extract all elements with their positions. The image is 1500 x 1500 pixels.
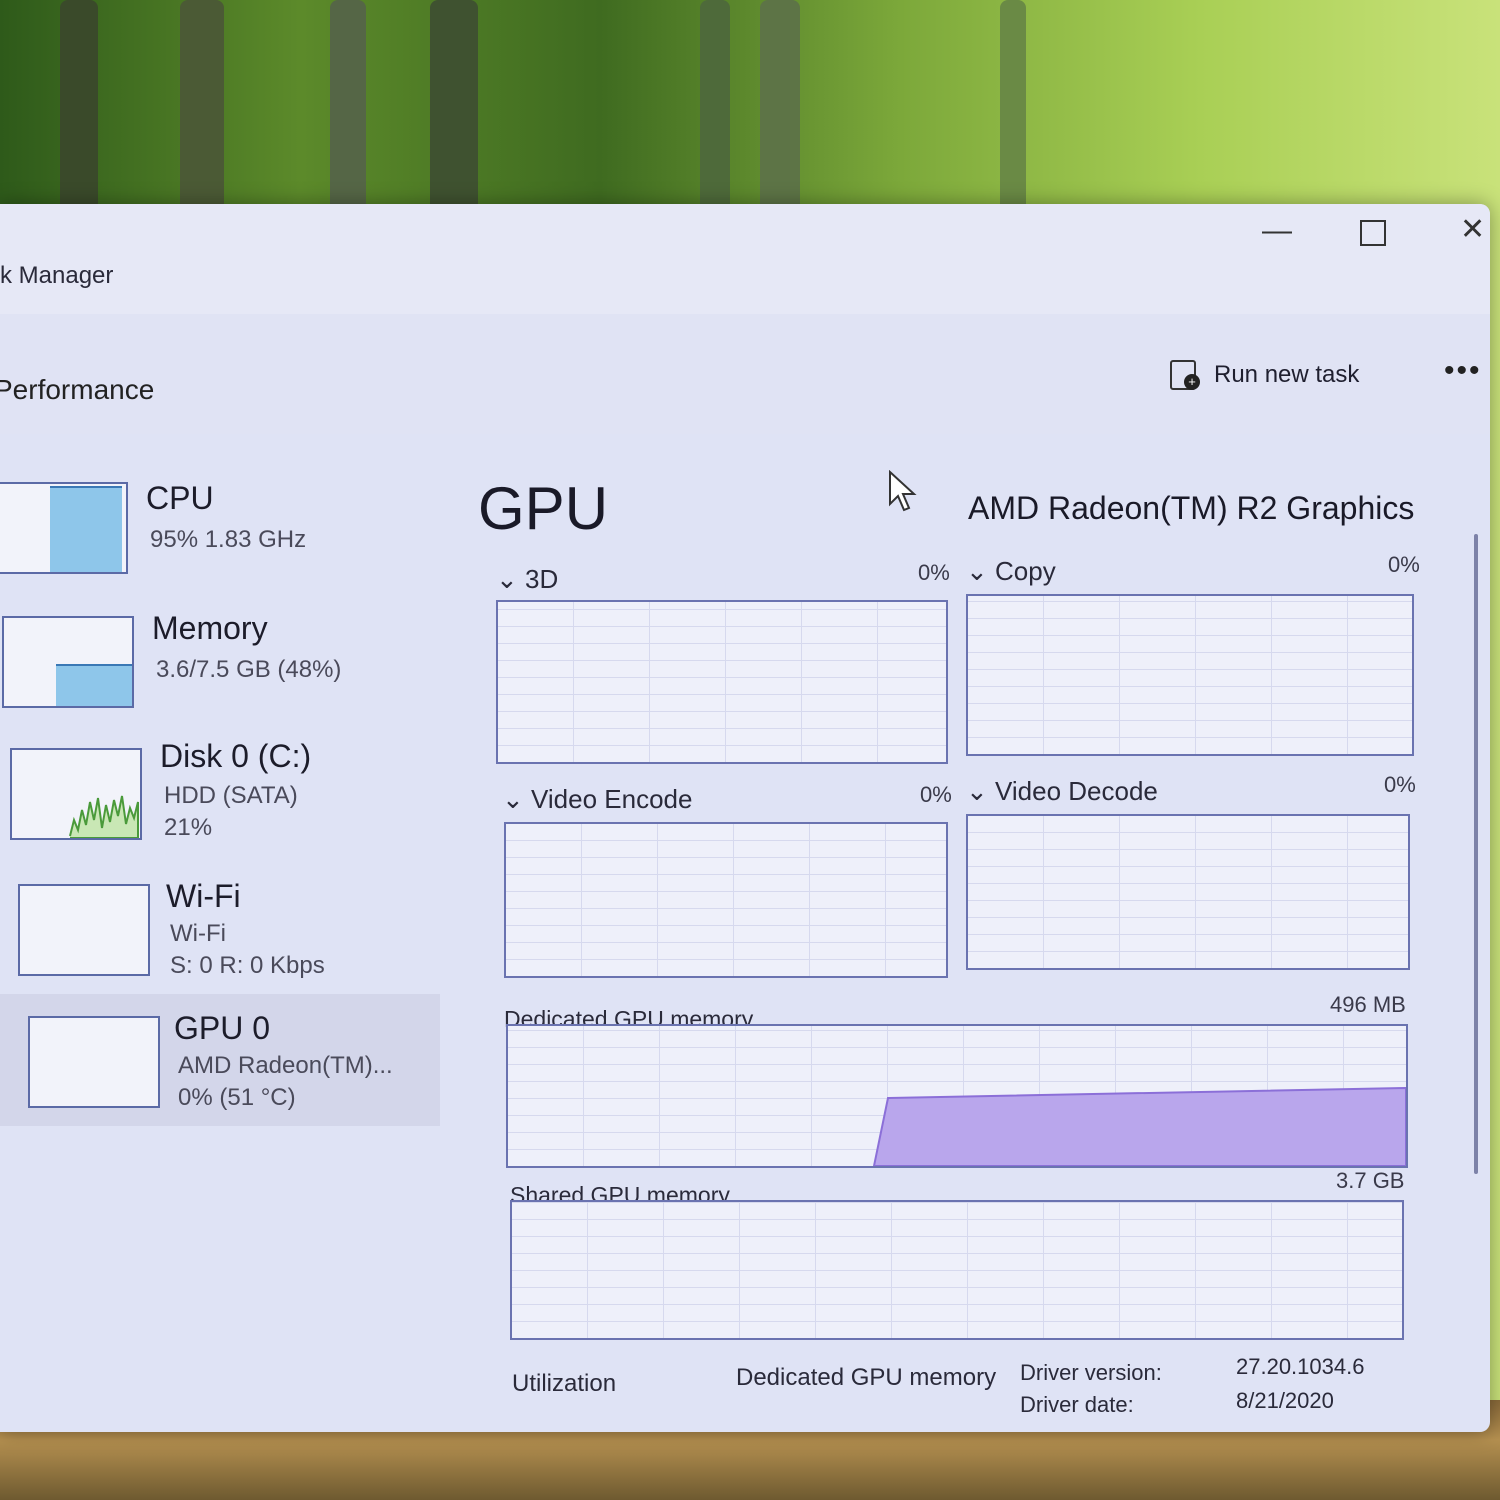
disk-activity-sparkline	[69, 795, 139, 838]
mouse-cursor-icon	[889, 470, 917, 512]
cpu-thumbnail-graph	[0, 482, 128, 574]
sidebar-item-gpu[interactable]: GPU 0 AMD Radeon(TM)... 0% (51 °C)	[0, 994, 440, 1126]
scrollbar[interactable]	[1474, 534, 1478, 1174]
sidebar-item-detail: 0% (51 °C)	[178, 1084, 296, 1111]
run-task-icon: +	[1170, 360, 1200, 390]
gpu-model-name: AMD Radeon(TM) R2 Graphics	[968, 490, 1415, 526]
maximize-button[interactable]	[1360, 220, 1386, 246]
utilization-label: Utilization	[512, 1370, 617, 1397]
run-new-task-label: Run new task	[1214, 361, 1360, 388]
memory-thumbnail-graph	[2, 616, 134, 708]
gpu-heading: GPU	[478, 475, 609, 542]
engine-selector-video-encode[interactable]: ⌄ Video Encode	[502, 784, 692, 815]
sidebar-item-label: GPU 0	[174, 1010, 271, 1046]
page-header: Performance + Run new task •••	[0, 314, 1490, 434]
sidebar-item-wifi[interactable]: Wi-Fi Wi-Fi S: 0 R: 0 Kbps	[0, 868, 440, 998]
graph-shared-memory[interactable]	[510, 1200, 1404, 1340]
run-new-task-button[interactable]: + Run new task	[1170, 360, 1359, 390]
graph-video-decode[interactable]	[966, 814, 1410, 970]
disk-thumbnail-graph	[10, 748, 142, 840]
sidebar-item-memory[interactable]: Memory 3.6/7.5 GB (48%)	[0, 596, 440, 716]
page-title: Performance	[0, 374, 155, 405]
driver-version-label: Driver version:	[1020, 1360, 1162, 1385]
chevron-down-icon: ⌄	[496, 564, 526, 594]
dedicated-memory-usage-area	[872, 1086, 1406, 1166]
graph-copy[interactable]	[966, 594, 1414, 756]
performance-sidebar: CPU 95% 1.83 GHz Memory 3.6/7.5 GB (48%)…	[0, 454, 440, 1414]
sidebar-item-cpu[interactable]: CPU 95% 1.83 GHz	[0, 464, 440, 584]
sidebar-item-detail: AMD Radeon(TM)...	[178, 1052, 393, 1079]
close-button[interactable]: ✕	[1460, 212, 1485, 247]
sidebar-item-label: Wi-Fi	[166, 878, 241, 914]
dedicated-stat-label: Dedicated GPU memory	[736, 1364, 997, 1391]
wifi-thumbnail-graph	[18, 884, 150, 976]
sidebar-item-label: CPU	[146, 480, 214, 516]
shared-memory-max: 3.7 GB	[1336, 1168, 1405, 1193]
memory-usage-fill	[56, 664, 132, 706]
sidebar-item-label: Memory	[152, 610, 268, 646]
chevron-down-icon: ⌄	[966, 556, 996, 586]
graph-video-encode[interactable]	[504, 822, 948, 978]
window-title: k Manager	[0, 262, 114, 289]
graph-dedicated-memory[interactable]	[506, 1024, 1408, 1168]
sidebar-item-detail: S: 0 R: 0 Kbps	[170, 952, 325, 979]
sidebar-item-detail: 3.6/7.5 GB (48%)	[156, 656, 342, 683]
graph-3d[interactable]	[496, 600, 948, 764]
sidebar-item-detail: 95% 1.83 GHz	[150, 526, 307, 553]
cpu-usage-fill	[50, 486, 122, 572]
engine-value-video-encode: 0%	[920, 782, 952, 807]
dedicated-memory-max: 496 MB	[1330, 992, 1406, 1017]
task-manager-window: k Manager — ✕ Performance + Run new task…	[0, 204, 1490, 1432]
engine-selector-3d[interactable]: ⌄ 3D	[496, 564, 558, 595]
driver-date-label: Driver date:	[1020, 1392, 1134, 1417]
driver-version-value: 27.20.1034.6	[1236, 1354, 1365, 1379]
engine-value-3d: 0%	[918, 560, 950, 585]
sidebar-item-detail: Wi-Fi	[170, 920, 226, 947]
chevron-down-icon: ⌄	[966, 776, 996, 806]
gpu-thumbnail-graph	[28, 1016, 160, 1108]
driver-date-value: 8/21/2020	[1236, 1388, 1334, 1413]
engine-selector-video-decode[interactable]: ⌄ Video Decode	[966, 776, 1158, 807]
chevron-down-icon: ⌄	[502, 784, 532, 814]
sidebar-item-detail: HDD (SATA)	[164, 782, 298, 809]
title-bar: k Manager — ✕	[0, 204, 1490, 314]
sidebar-item-detail: 21%	[164, 814, 213, 841]
engine-selector-copy[interactable]: ⌄ Copy	[966, 556, 1056, 587]
sidebar-item-label: Disk 0 (C:)	[160, 738, 312, 774]
engine-value-copy: 0%	[1388, 552, 1420, 577]
engine-value-video-decode: 0%	[1384, 772, 1416, 797]
more-options-button[interactable]: •••	[1444, 354, 1482, 388]
sidebar-item-disk[interactable]: Disk 0 (C:) HDD (SATA) 21%	[0, 728, 440, 858]
minimize-button[interactable]: —	[1262, 214, 1292, 248]
